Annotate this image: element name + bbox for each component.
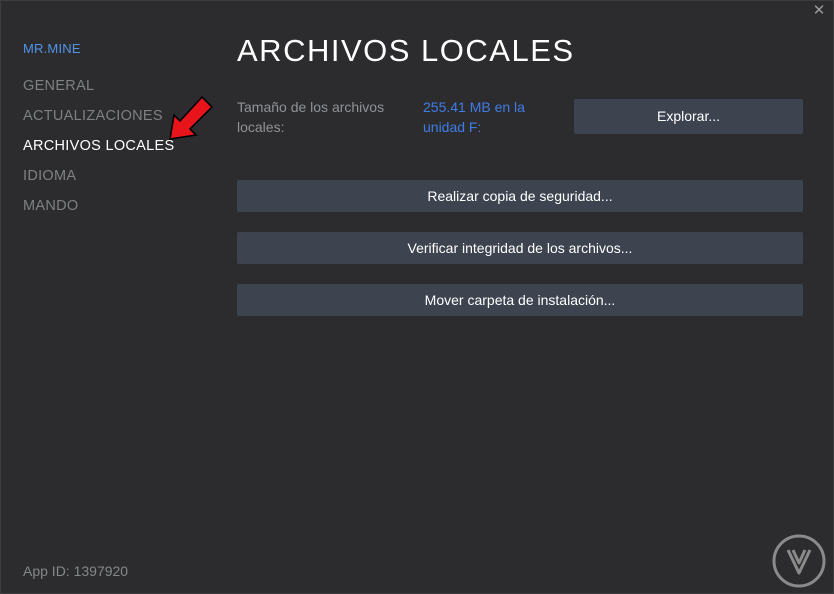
sidebar-item-mando[interactable]: MANDO (23, 197, 174, 227)
sidebar-item-general[interactable]: GENERAL (23, 77, 174, 107)
sidebar-item-idioma[interactable]: IDIOMA (23, 167, 174, 197)
app-id: App ID: 1397920 (23, 563, 129, 579)
sidebar-item-archivos-locales[interactable]: ARCHIVOS LOCALES (23, 137, 174, 167)
move-install-folder-button[interactable]: Mover carpeta de instalación... (237, 284, 803, 316)
files-size-label: Tamaño de los archivos locales: (237, 99, 385, 135)
sidebar-nav: GENERAL ACTUALIZACIONES ARCHIVOS LOCALES… (23, 77, 174, 227)
verify-integrity-button[interactable]: Verificar integridad de los archivos... (237, 232, 803, 264)
sidebar-item-actualizaciones[interactable]: ACTUALIZACIONES (23, 107, 174, 137)
properties-window: ✕ MR.MINE GENERAL ACTUALIZACIONES ARCHIV… (0, 0, 834, 594)
explore-button[interactable]: Explorar... (574, 99, 803, 134)
watermark-logo (772, 534, 826, 588)
close-icon[interactable]: ✕ (811, 3, 827, 19)
game-name: MR.MINE (23, 41, 81, 56)
page-title: ARCHIVOS LOCALES (237, 33, 575, 68)
red-arrow-icon (169, 95, 214, 140)
files-size-value: 255.41 MB en la unidad F: (423, 99, 525, 135)
sidebar: MR.MINE GENERAL ACTUALIZACIONES ARCHIVOS… (1, 1, 201, 594)
backup-button[interactable]: Realizar copia de seguridad... (237, 180, 803, 212)
